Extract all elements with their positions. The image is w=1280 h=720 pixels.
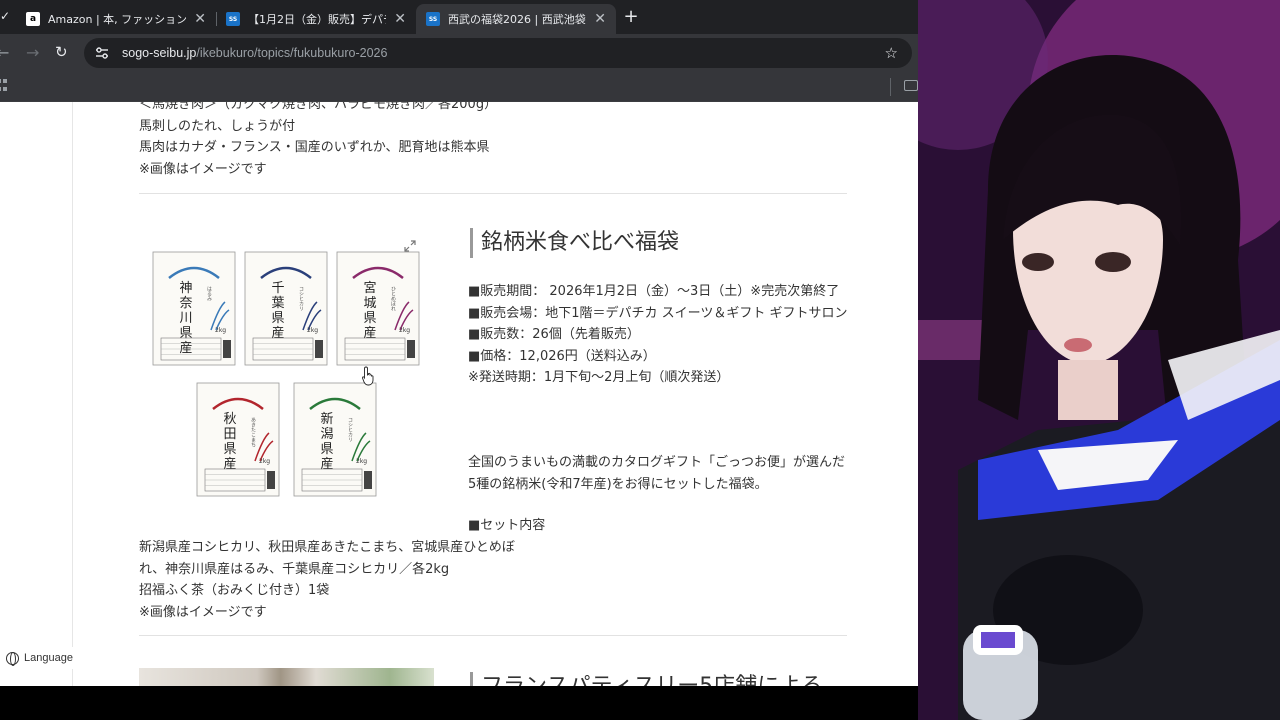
rice-bag: 秋田県産 あきたこまち 2kg [196,382,280,497]
language-label: Language [24,652,73,664]
rice-bag-label-char: 産 [271,325,284,341]
rice-bag-variety: あきたこまち [250,417,256,448]
set-contents-list: 新潟県産コシヒカリ、秋田県産あきたこまち、宮城県産ひとめぼれ、神奈川県産はるみ、… [139,537,519,623]
page-content: ＜馬焼き肉＞（カクマク焼き肉、ハラビモ焼き肉／各200g） 馬刺しのたれ、しょう… [0,102,918,686]
rice-bag-label-char: 県 [363,311,376,326]
apps-icon[interactable] [0,79,9,93]
rice-bag-label-char: 産 [320,456,333,472]
rice-bag-label-char: 潟 [320,427,333,442]
product-title: 銘柄米食べ比べ福袋 [470,228,679,258]
close-icon[interactable]: ✕ [194,11,206,27]
rice-bag-variety: はるみ [206,286,212,302]
text-line: 馬刺しのたれ、しょうが付 [139,118,296,134]
rice-bag-label-char: 県 [223,442,236,457]
next-product-title: フランスパティスリー5店舗による [470,672,823,686]
detail-venue: ■販売会場：地下1階＝デパチカ スイーツ＆ギフト ギフトサロン [468,305,848,321]
detail-sale-period: ■販売期間： 2026年1月2日（金）〜3日（土）※完売次第終了 [468,284,840,299]
rice-bag-label-char: 県 [320,442,333,457]
back-icon[interactable]: ← [0,43,9,62]
folder-icon[interactable] [904,80,918,91]
rice-bag-label-char: 産 [363,325,376,341]
close-icon[interactable]: ✕ [394,11,406,27]
product-image-rice-bags[interactable]: 神奈川県産はるみ2kg千葉県産コシヒカリ2kg宮城県産ひとめぼれ2kg秋田県産あ… [139,235,434,505]
rice-bag-label-char: 宮 [363,280,376,296]
bookmarks-divider [890,78,891,96]
rice-bag: 神奈川県産 はるみ 2kg [152,251,236,366]
detail-price: ■価格：12,026円（送料込み） [468,348,656,364]
set-line: 新潟県産コシヒカリ、秋田県産あきたこまち、宮城県産ひとめぼれ、神奈川県産はるみ、… [139,540,515,577]
new-tab-button[interactable]: + [620,6,642,27]
rice-bag-label-char: 城 [363,296,376,311]
seibu-icon: SS [426,12,440,26]
rice-bag-label-char: 田 [223,427,236,442]
bookmarks-bar [0,72,918,102]
rice-bag-label-char: 葉 [271,296,284,311]
rice-bag-weight: 2kg [307,327,318,334]
set-contents-heading: ■セット内容 [468,518,546,533]
reload-icon[interactable]: ↻ [55,43,68,61]
rice-bag-weight: 2kg [215,327,226,334]
rice-bag-label-char: 秋 [223,412,236,427]
forward-icon[interactable]: → [26,43,39,62]
address-bar[interactable]: sogo-seibu.jp/ikebukuro/topics/fukubukur… [84,38,912,68]
site-info-icon[interactable] [94,45,110,61]
expand-icon[interactable] [404,240,416,252]
product-details: ■販売期間： 2026年1月2日（金）〜3日（土）※完売次第終了 ■販売会場：地… [468,281,850,389]
rice-bag: 宮城県産 ひとめぼれ 2kg [336,251,420,366]
divider [139,193,847,194]
tab-title: 【1月2日（金）販売】デパチカの福 [248,13,386,26]
url-path: /ikebukuro/topics/fukubukuro-2026 [196,46,388,60]
rice-bag-label-char: 新 [320,411,333,427]
divider [139,635,847,636]
tab-title: 西武の福袋2026 | 西武池袋本店 [448,13,586,26]
product-description: 全国のうまいもの満載のカタログギフト「ごっつお便」が選んだ5種の銘柄米(令和7年… [468,455,846,492]
seibu-icon: SS [226,12,240,26]
tab-strip: ✓ a Amazon | 本, ファッション, 家電から ✕ SS 【1月2日（… [0,0,918,34]
browser-window: ✓ a Amazon | 本, ファッション, 家電から ✕ SS 【1月2日（… [0,0,918,686]
rice-bag-variety: コシヒカリ [298,286,304,311]
next-product-image[interactable] [139,668,434,686]
rice-bag-variety: ひとめぼれ [390,286,396,312]
rice-bag-label-char: 川 [179,311,192,326]
rice-bag-label-char: 産 [179,340,192,356]
tab-search-icon[interactable]: ✓ [0,9,10,23]
tab-amazon[interactable]: a Amazon | 本, ファッション, 家電から ✕ [16,4,216,34]
detail-shipping: ※発送時期：1月下旬〜2月上旬（順次発送） [468,370,730,385]
tab-depachika[interactable]: SS 【1月2日（金）販売】デパチカの福 ✕ [216,4,416,34]
bookmark-star-icon[interactable]: ☆ [885,44,898,62]
globe-icon [6,651,19,666]
rice-bag-label-char: 神 [179,281,192,296]
previous-item-text: ＜馬焼き肉＞（カクマク焼き肉、ハラビモ焼き肉／各200g） 馬刺しのたれ、しょう… [139,102,839,180]
rice-bag-label-char: 県 [179,326,192,341]
rice-bag-label-char: 千 [271,281,284,296]
rice-bag-variety: コシヒカリ [347,417,353,442]
rice-bag: 新潟県産 コシヒカリ 2kg [293,382,377,497]
rice-bag-weight: 2kg [356,458,367,465]
tab-seibu-fukubukuro[interactable]: SS 西武の福袋2026 | 西武池袋本店 ✕ [416,4,616,34]
browser-toolbar: ← → ↻ sogo-seibu.jp/ikebukuro/topics/fuk… [0,34,918,72]
text-line: ＜馬焼き肉＞（カクマク焼き肉、ハラビモ焼き肉／各200g） [139,102,498,112]
rice-bag-label-char: 県 [271,311,284,326]
content-border [72,102,73,686]
text-line: 馬肉はカナダ・フランス・国産のいずれか、肥育地は熊本県 [139,140,490,155]
rice-bag-weight: 2kg [259,458,270,465]
set-line: ※画像はイメージです [139,604,267,620]
amazon-icon: a [26,12,40,26]
screen-bottom-bar [0,686,918,720]
close-icon[interactable]: ✕ [594,11,606,27]
url-domain: sogo-seibu.jp [122,46,197,60]
rice-bag-label-char: 産 [223,456,236,472]
language-button[interactable]: Language [0,647,79,669]
hand-cursor-icon [362,366,374,386]
webcam-overlay [918,0,1280,720]
text-line: ※画像はイメージです [139,161,267,177]
set-line: 招福ふく茶（おみくじ付き）1袋 [139,583,330,598]
detail-quantity: ■販売数：26個（先着販売） [468,327,640,342]
tab-title: Amazon | 本, ファッション, 家電から [48,13,187,26]
url-text: sogo-seibu.jp/ikebukuro/topics/fukubukur… [122,46,387,60]
rice-bag-weight: 2kg [399,327,410,334]
rice-bag: 千葉県産 コシヒカリ 2kg [244,251,328,366]
rice-bag-label-char: 奈 [179,296,192,311]
